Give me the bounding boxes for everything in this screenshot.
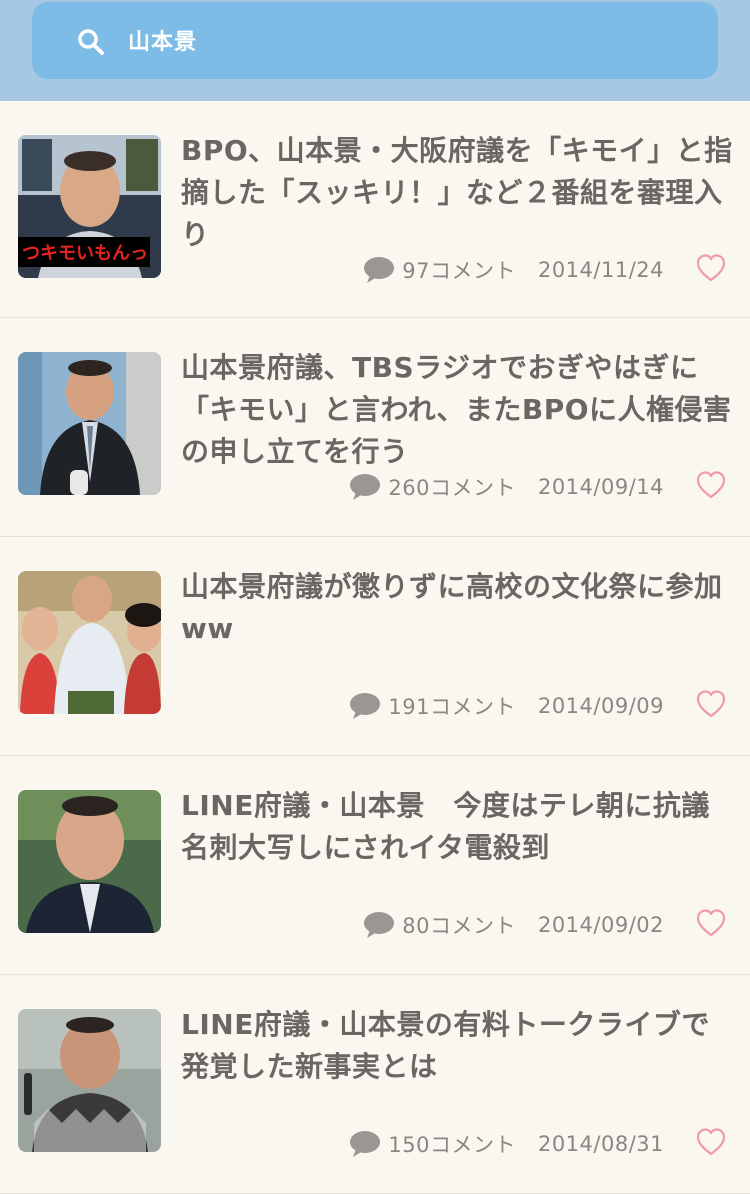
search-icon — [78, 29, 104, 55]
article-date: 2014/11/24 — [537, 258, 664, 282]
list-item[interactable]: LINE府議・山本景の有料トークライブで発覚した新事実とは 150コメント 20… — [0, 975, 750, 1194]
search-query: 山本景 — [128, 30, 198, 55]
speech-bubble-icon — [350, 1131, 381, 1157]
comment-count: 97コメント — [402, 259, 516, 283]
list-item[interactable]: 山本景府議、TBSラジオでおぎやはぎに「キモい」と言われ、またBPOに人権侵害の… — [0, 318, 750, 537]
heart-icon[interactable] — [695, 252, 727, 284]
header-bar: 山本景 — [0, 0, 750, 101]
list-item[interactable]: LINE府議・山本景 今度はテレ朝に抗議 名刺大写しにされイタ電殺到 80コメン… — [0, 756, 750, 975]
heart-icon[interactable] — [695, 469, 727, 501]
article-title[interactable]: LINE府議・山本景の有料トークライブで発覚した新事実とは — [181, 1004, 733, 1088]
article-thumbnail[interactable]: つキモいもんっ — [18, 135, 161, 278]
comment-count: 191コメント — [388, 695, 516, 719]
article-meta: 80コメント 2014/09/02 — [362, 908, 664, 942]
speech-bubble-icon — [364, 912, 395, 938]
article-thumbnail[interactable] — [18, 352, 161, 495]
article-thumbnail[interactable] — [18, 1009, 161, 1152]
article-date: 2014/08/31 — [537, 1132, 664, 1156]
article-list: つキモいもんっ BPO、山本景・大阪府議を「キモイ」と指摘した「スッキリ！」など… — [0, 101, 750, 1194]
speech-bubble-icon — [364, 257, 395, 283]
comment-count: 150コメント — [388, 1133, 516, 1157]
comment-count: 80コメント — [402, 914, 516, 938]
article-title[interactable]: BPO、山本景・大阪府議を「キモイ」と指摘した「スッキリ！」など２番組を審理入り — [181, 130, 733, 256]
article-date: 2014/09/02 — [537, 913, 664, 937]
thumbnail-caption: つキモいもんっ — [22, 243, 148, 264]
article-title[interactable]: 山本景府議、TBSラジオでおぎやはぎに「キモい」と言われ、またBPOに人権侵害の… — [181, 347, 733, 473]
speech-bubble-icon — [350, 693, 381, 719]
article-meta: 191コメント 2014/09/09 — [348, 689, 664, 723]
comment-count: 260コメント — [388, 476, 516, 500]
list-item[interactable]: つキモいもんっ BPO、山本景・大阪府議を「キモイ」と指摘した「スッキリ！」など… — [0, 101, 750, 318]
article-date: 2014/09/14 — [537, 475, 664, 499]
article-thumbnail[interactable] — [18, 571, 161, 714]
article-title[interactable]: 山本景府議が懲りずに高校の文化祭に参加ww — [181, 566, 733, 650]
article-meta: 97コメント 2014/11/24 — [362, 253, 664, 287]
heart-icon[interactable] — [695, 688, 727, 720]
heart-icon[interactable] — [695, 907, 727, 939]
article-meta: 150コメント 2014/08/31 — [348, 1127, 664, 1161]
list-item[interactable]: 山本景府議が懲りずに高校の文化祭に参加ww 191コメント 2014/09/09 — [0, 537, 750, 756]
search-input[interactable]: 山本景 — [32, 2, 718, 79]
heart-icon[interactable] — [695, 1126, 727, 1158]
speech-bubble-icon — [350, 474, 381, 500]
article-thumbnail[interactable] — [18, 790, 161, 933]
article-title[interactable]: LINE府議・山本景 今度はテレ朝に抗議 名刺大写しにされイタ電殺到 — [181, 785, 738, 869]
article-meta: 260コメント 2014/09/14 — [348, 470, 664, 504]
article-date: 2014/09/09 — [537, 694, 664, 718]
